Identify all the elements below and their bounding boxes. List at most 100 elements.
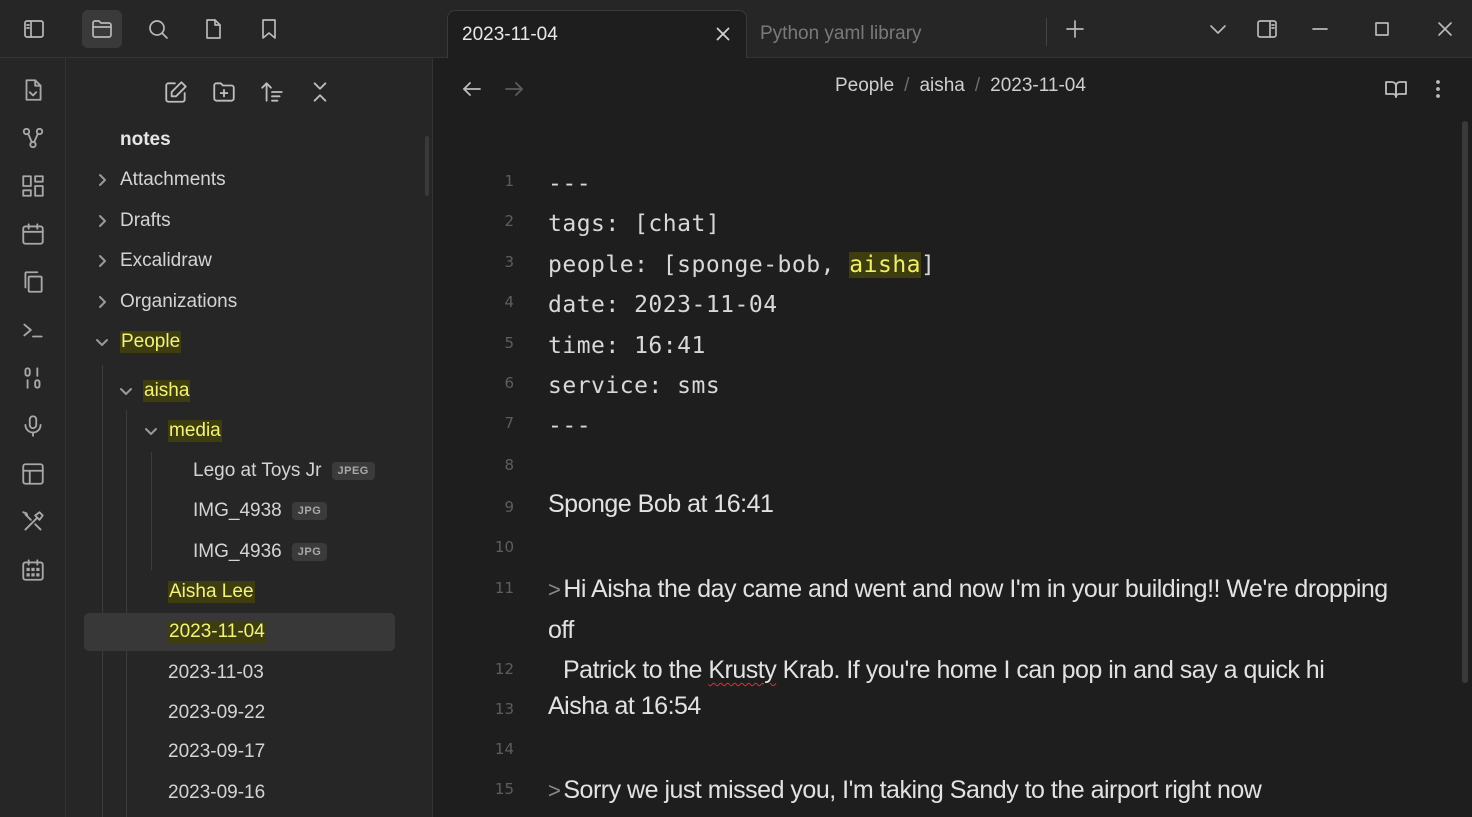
folder-label: People: [120, 331, 182, 353]
window-close-icon[interactable]: [1425, 10, 1465, 48]
right-sidebar-toggle-icon[interactable]: [1247, 10, 1287, 48]
new-folder-icon[interactable]: [208, 76, 240, 108]
more-options-icon[interactable]: [1424, 75, 1452, 103]
folder-media[interactable]: media: [145, 414, 222, 448]
frontmatter-date[interactable]: date: 2023-11-04: [548, 292, 778, 318]
line-number: 4: [504, 293, 514, 311]
sort-icon[interactable]: [256, 76, 288, 108]
folder-aisha[interactable]: aisha: [120, 374, 191, 408]
folder-organizations[interactable]: Organizations: [99, 285, 237, 319]
microphone-icon[interactable]: [17, 410, 49, 442]
vault-name[interactable]: notes: [120, 123, 171, 157]
frontmatter-delimiter[interactable]: ---: [548, 171, 591, 197]
quote-text: Sorry we just missed you, I'm taking San…: [563, 776, 1262, 804]
file-lego-at-toys-jr[interactable]: Lego at Toys Jr JPEG: [193, 454, 375, 488]
file-img-4938[interactable]: IMG_4938 JPG: [193, 494, 328, 528]
file-explorer-icon[interactable]: [82, 10, 122, 48]
file-label: 2023-11-03: [168, 662, 264, 683]
layout-template-icon[interactable]: [17, 458, 49, 490]
folder-people[interactable]: People: [96, 325, 182, 359]
breadcrumb-current[interactable]: 2023-11-04: [990, 75, 1086, 97]
canvas-icon[interactable]: [17, 170, 49, 202]
new-tab-plus-icon[interactable]: [1055, 10, 1095, 48]
folder-label: Attachments: [120, 169, 226, 190]
search-icon[interactable]: [138, 10, 178, 48]
misspelled-word[interactable]: Krusty: [708, 656, 776, 684]
file-label: 2023-09-16: [168, 782, 266, 803]
close-icon[interactable]: [712, 23, 734, 45]
forward-arrow-icon[interactable]: [500, 75, 528, 103]
terminal-icon[interactable]: [17, 314, 49, 346]
line-number: 12: [494, 660, 514, 678]
line-number: 1: [504, 172, 514, 190]
tab-python-yaml-library[interactable]: Python yaml library: [760, 10, 1040, 58]
maximize-icon[interactable]: [1362, 10, 1402, 48]
breadcrumb-aisha[interactable]: aisha: [919, 75, 964, 97]
editor-scrollbar[interactable]: [1462, 121, 1468, 683]
sidebar-scrollbar[interactable]: [425, 136, 429, 196]
file-aisha-lee[interactable]: Aisha Lee: [168, 575, 255, 609]
quote-marker: >: [548, 778, 561, 803]
bookmark-icon[interactable]: [249, 10, 289, 48]
title-bar: 2023-11-04 Python yaml library: [0, 0, 1472, 58]
line-number: 10: [494, 538, 514, 556]
frontmatter-service[interactable]: service: sms: [548, 373, 720, 399]
vault-label: notes: [120, 129, 171, 150]
file-icon[interactable]: [193, 10, 233, 48]
frontmatter-people[interactable]: people: [sponge-bob, aisha]: [548, 252, 935, 278]
file-label: Aisha Lee: [168, 581, 255, 603]
file-type-badge: JPG: [291, 502, 328, 520]
minimize-icon[interactable]: [1300, 10, 1340, 48]
breadcrumb-people[interactable]: People: [835, 75, 894, 97]
chevron-right-icon: [94, 213, 110, 229]
file-2023-09-16[interactable]: 2023-09-16: [168, 776, 265, 810]
calendar-grid-icon[interactable]: [17, 554, 49, 586]
breadcrumb-separator: /: [974, 75, 981, 96]
message-heading[interactable]: Sponge Bob at 16:41: [548, 490, 774, 519]
calendar-icon[interactable]: [17, 218, 49, 250]
tab-label: 2023-11-04: [462, 23, 558, 45]
people-suffix: ]: [921, 252, 936, 278]
file-label: Lego at Toys Jr: [193, 460, 322, 481]
tree-guide: [102, 365, 103, 817]
chevron-right-icon: [94, 172, 110, 188]
people-prefix: people: [sponge-bob,: [548, 252, 850, 278]
frontmatter-delimiter[interactable]: ---: [548, 413, 591, 439]
breadcrumb-separator: /: [904, 75, 910, 96]
line-number: 2: [504, 212, 514, 230]
tools-icon[interactable]: [17, 506, 49, 538]
file-2023-11-03[interactable]: 2023-11-03: [168, 656, 264, 690]
frontmatter-time[interactable]: time: 16:41: [548, 333, 706, 359]
copy-icon[interactable]: [17, 266, 49, 298]
line-number: 8: [504, 456, 514, 474]
line-number: 11: [494, 579, 514, 597]
message-quote[interactable]: > Hi Aisha the day came and went and now …: [548, 569, 1408, 690]
collapse-all-icon[interactable]: [304, 76, 336, 108]
open-quick-switcher-icon[interactable]: [17, 74, 49, 106]
file-img-4936[interactable]: IMG_4936 JPG: [193, 535, 328, 569]
folder-excalidraw[interactable]: Excalidraw: [99, 244, 212, 278]
binary-icon[interactable]: [17, 362, 49, 394]
folder-drafts[interactable]: Drafts: [99, 204, 171, 238]
back-arrow-icon[interactable]: [458, 75, 486, 103]
chevron-down-icon: [94, 334, 110, 350]
folder-attachments[interactable]: Attachments: [99, 163, 226, 197]
frontmatter-tags[interactable]: tags: [chat]: [548, 211, 720, 237]
reading-view-book-icon[interactable]: [1382, 75, 1410, 103]
editor-pane: People / aisha / 2023-11-04 1 2 3 4 5 6 …: [434, 59, 1472, 817]
new-note-icon[interactable]: [160, 76, 192, 108]
quote-continuation: Patrick to the Krusty Krab. If you're ho…: [548, 650, 1408, 690]
tab-2023-11-04[interactable]: 2023-11-04: [447, 10, 747, 58]
message-heading[interactable]: Aisha at 16:54: [548, 692, 701, 721]
toggle-sidebar-icon[interactable]: [14, 10, 54, 48]
file-2023-09-22[interactable]: 2023-09-22: [168, 696, 265, 730]
file-type-badge: JPEG: [331, 462, 375, 480]
graph-view-icon[interactable]: [17, 122, 49, 154]
file-label: IMG_4936: [193, 541, 282, 562]
chevron-down-icon[interactable]: [1198, 10, 1238, 48]
file-2023-11-04[interactable]: 2023-11-04: [168, 615, 266, 649]
file-2023-09-17[interactable]: 2023-09-17: [168, 735, 265, 769]
tree-guide: [151, 452, 152, 570]
message-quote[interactable]: > Sorry we just missed you, I'm taking Sa…: [548, 770, 1408, 811]
file-label: IMG_4938: [193, 500, 282, 521]
